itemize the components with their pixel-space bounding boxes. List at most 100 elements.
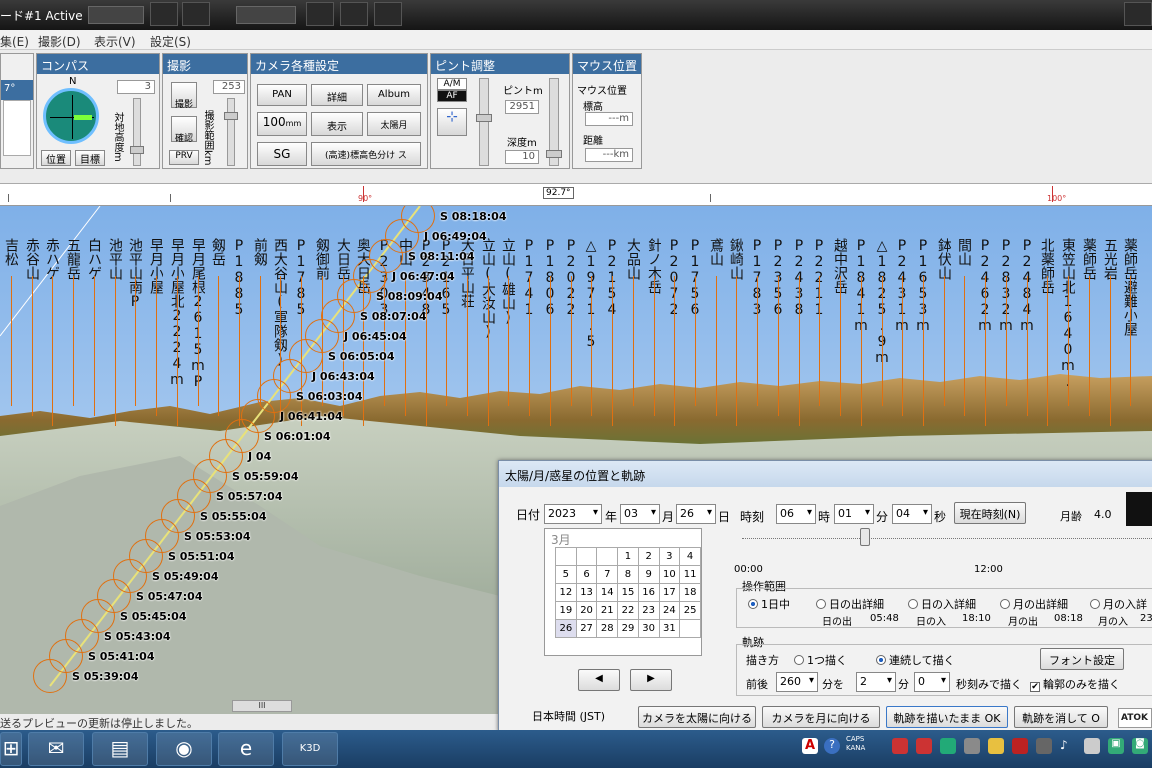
- folder-icon[interactable]: ▤: [92, 732, 148, 766]
- radio-sunset-detail[interactable]: 日の入詳細: [908, 596, 976, 612]
- altitude-slider-thumb[interactable]: [130, 146, 144, 154]
- calendar-day[interactable]: 17: [658, 583, 681, 602]
- radio-moonrise-detail[interactable]: 月の出詳細: [1000, 596, 1068, 612]
- draw-trail-ok-button[interactable]: 軌跡を描いたまま OK: [886, 706, 1008, 728]
- calendar-day[interactable]: 9: [637, 565, 660, 584]
- second-select[interactable]: 04: [892, 504, 932, 524]
- confirm-button[interactable]: 確認: [171, 116, 197, 144]
- calendar-day[interactable]: 26: [555, 619, 577, 638]
- calendar-day[interactable]: 31: [658, 619, 681, 638]
- calendar-day[interactable]: 4: [679, 547, 701, 566]
- outlook-icon[interactable]: ✉: [28, 732, 84, 766]
- calendar-day[interactable]: 14: [596, 583, 619, 602]
- focus-target-icon[interactable]: ⊹: [437, 108, 467, 136]
- range-minutes-input[interactable]: 260: [776, 672, 818, 692]
- hour-select[interactable]: 06: [776, 504, 816, 524]
- horizontal-scrollbar[interactable]: III: [232, 700, 292, 712]
- calendar-day[interactable]: 29: [617, 619, 639, 638]
- next-month-button[interactable]: ▶: [630, 669, 672, 691]
- calendar-day[interactable]: 20: [575, 601, 598, 620]
- compass-dial[interactable]: [43, 88, 99, 144]
- sg-button[interactable]: SG: [257, 142, 307, 166]
- calendar-day[interactable]: 27: [575, 619, 598, 638]
- start-button[interactable]: ⊞: [0, 732, 22, 766]
- tray-app-icon[interactable]: [940, 738, 956, 754]
- radio-moonset-detail[interactable]: 月の入詳: [1090, 596, 1147, 612]
- atok-indicator[interactable]: ATOK: [1118, 708, 1152, 728]
- step-seconds-input[interactable]: 0: [914, 672, 950, 692]
- focal-length-button[interactable]: 100mm: [257, 112, 307, 136]
- calendar-day[interactable]: 18: [679, 583, 701, 602]
- calendar-day[interactable]: 6: [575, 565, 598, 584]
- calendar-day[interactable]: 3: [658, 547, 681, 566]
- calendar-day[interactable]: 12: [555, 583, 577, 602]
- step-minutes-input[interactable]: 2: [856, 672, 896, 692]
- tray-app-icon[interactable]: ▣: [1108, 738, 1124, 754]
- now-button[interactable]: 現在時刻(N): [954, 502, 1026, 524]
- chrome-icon[interactable]: ◉: [156, 732, 212, 766]
- outline-only-checkbox[interactable]: ✔ 輪郭のみを描く: [1030, 676, 1120, 692]
- time-slider-thumb[interactable]: [860, 528, 870, 546]
- calendar-day[interactable]: 16: [637, 583, 660, 602]
- calendar-day[interactable]: 24: [658, 601, 681, 620]
- radio-sunrise-detail[interactable]: 日の出詳細: [816, 596, 884, 612]
- calendar-day[interactable]: 10: [658, 565, 681, 584]
- calendar-day[interactable]: 22: [617, 601, 639, 620]
- detail-button[interactable]: 詳細: [311, 84, 363, 106]
- calendar-day[interactable]: 23: [637, 601, 660, 620]
- range-slider[interactable]: [227, 98, 235, 166]
- toolbar-icon[interactable]: [306, 2, 334, 26]
- depth-slider-thumb[interactable]: [546, 150, 562, 158]
- sun-moon-button[interactable]: 太陽月: [367, 112, 421, 136]
- toolbar-icon[interactable]: [150, 2, 178, 26]
- camera-to-sun-button[interactable]: カメラを太陽に向ける: [638, 706, 756, 728]
- year-select[interactable]: 2023: [544, 504, 602, 524]
- tray-app-icon[interactable]: [1036, 738, 1052, 754]
- minute-select[interactable]: 01: [834, 504, 874, 524]
- pdf-icon[interactable]: [1012, 738, 1028, 754]
- calendar-day[interactable]: 11: [679, 565, 701, 584]
- pan-button[interactable]: PAN: [257, 84, 307, 106]
- radio-draw-continuous[interactable]: 連続して描く: [876, 652, 955, 668]
- target-button[interactable]: 目標: [75, 150, 105, 166]
- radio-draw-once[interactable]: 1つ描く: [794, 652, 847, 668]
- help-icon[interactable]: ?: [824, 738, 840, 754]
- toolbar-icon[interactable]: [182, 2, 210, 26]
- menu-edit[interactable]: 集(E): [0, 33, 29, 50]
- menu-settings[interactable]: 設定(S): [150, 33, 191, 50]
- title-tab[interactable]: [236, 6, 296, 24]
- calendar-day[interactable]: 5: [555, 565, 577, 584]
- calendar-day[interactable]: 30: [637, 619, 660, 638]
- atok-icon[interactable]: A: [802, 738, 818, 754]
- tray-app-icon[interactable]: ◙: [1132, 738, 1148, 754]
- radio-all-day[interactable]: 1日中: [748, 596, 790, 612]
- tray-app-icon[interactable]: [988, 738, 1004, 754]
- elevation-color-button[interactable]: (高速)標高色分け ス: [311, 142, 421, 166]
- calendar-day[interactable]: 21: [596, 601, 619, 620]
- window-control[interactable]: [1124, 2, 1152, 26]
- network-icon[interactable]: [1084, 738, 1100, 754]
- title-tab[interactable]: [88, 6, 144, 24]
- ie-icon[interactable]: e: [218, 732, 274, 766]
- calendar-day[interactable]: 19: [555, 601, 577, 620]
- menu-view[interactable]: 表示(V): [94, 33, 136, 50]
- calendar-day[interactable]: 15: [617, 583, 639, 602]
- display-button[interactable]: 表示: [311, 112, 363, 136]
- altitude-slider[interactable]: [133, 98, 141, 166]
- prev-month-button[interactable]: ◀: [578, 669, 620, 691]
- focus-slider-thumb[interactable]: [476, 114, 492, 122]
- font-settings-button[interactable]: フォント設定: [1040, 648, 1124, 670]
- calendar-day[interactable]: 28: [596, 619, 619, 638]
- toolbar-icon[interactable]: [340, 2, 368, 26]
- af-button[interactable]: AF: [437, 90, 467, 102]
- erase-trail-button[interactable]: 軌跡を消して O: [1014, 706, 1108, 728]
- day-select[interactable]: 26: [676, 504, 716, 524]
- calendar-day[interactable]: 13: [575, 583, 598, 602]
- toolbar-icon[interactable]: [374, 2, 402, 26]
- prv-button[interactable]: PRV: [169, 150, 199, 165]
- calendar-day[interactable]: 8: [617, 565, 639, 584]
- camera-to-moon-button[interactable]: カメラを月に向ける: [762, 706, 880, 728]
- calendar-day[interactable]: 1: [617, 547, 639, 566]
- month-select[interactable]: 03: [620, 504, 660, 524]
- tray-app-icon[interactable]: [892, 738, 908, 754]
